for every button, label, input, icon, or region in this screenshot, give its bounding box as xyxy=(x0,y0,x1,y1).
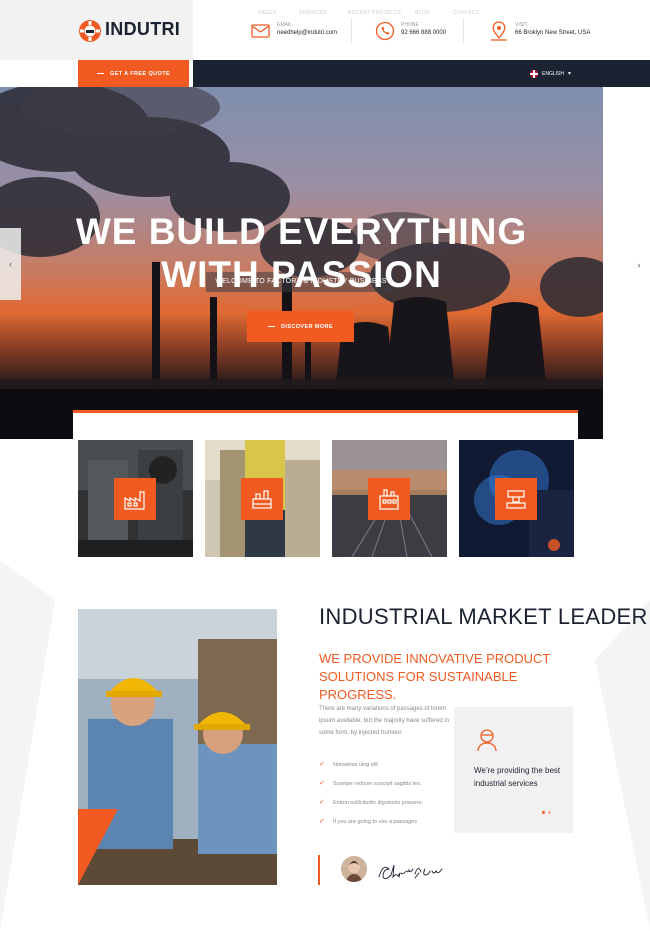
main-navbar xyxy=(193,60,650,87)
get-quote-label: GET A FREE QUOTE xyxy=(109,70,171,77)
check-icon: ✓ xyxy=(319,799,325,806)
uk-flag-icon xyxy=(530,69,538,78)
industry-building-icon xyxy=(379,489,399,510)
contact-label: Visit xyxy=(515,22,528,28)
get-quote-button[interactable]: GET A FREE QUOTE xyxy=(78,60,189,87)
hero-title-line1: WE BUILD EVERYTHING xyxy=(75,211,528,252)
about-title: INDUSTRIAL MARKET LEADER xyxy=(319,604,648,629)
dash-decoration xyxy=(96,73,104,74)
checklist-item: ✓ If you are going to use a passages xyxy=(319,817,423,836)
brand-name[interactable]: INDUTRI xyxy=(105,19,180,40)
nav-item-recent-projects[interactable]: RECENT PROJECTS xyxy=(348,0,401,27)
nav-item-pages[interactable]: PAGES xyxy=(258,0,276,27)
about-subtitle: WE PROVIDE INNOVATIVE PRODUCT SOLUTIONS … xyxy=(319,651,551,702)
contact-value[interactable]: 66 Broklyn New Street, USA xyxy=(515,30,590,36)
avatar xyxy=(341,856,367,882)
chevron-down-icon: ▾ xyxy=(567,71,571,77)
language-selector[interactable]: ENGLISH ▾ xyxy=(530,60,571,87)
feature-checklist: ✓ Nonstelas uing elit ✓ Susnipe redicen … xyxy=(319,760,423,836)
hero-slider: WELCOME TO FACTORY & INDUSTRY BUSINESS W… xyxy=(0,87,603,439)
service-tile-3[interactable] xyxy=(332,440,447,557)
discover-more-button[interactable]: DISCOVER MORE xyxy=(247,311,354,342)
card-text: We’re providing the best industrial serv… xyxy=(474,766,561,788)
contact-value[interactable]: needhelp@indutri.com xyxy=(277,30,337,36)
hero-title-line2: WITH PASSION xyxy=(161,254,442,295)
service-icon-box xyxy=(114,478,156,520)
service-tile-1[interactable] xyxy=(78,440,193,557)
discover-more-label: DISCOVER MORE xyxy=(281,323,333,330)
about-description: There are many variations of passages of… xyxy=(319,706,449,736)
slider-prev-arrow-icon[interactable]: ‹ xyxy=(0,228,21,300)
workers-photo xyxy=(78,609,277,885)
checklist-item: ✓ Susnipe redicen suscipit sagittis leo. xyxy=(319,779,423,798)
engineer-icon xyxy=(477,729,497,752)
service-icon-box xyxy=(368,478,410,520)
slider-next-arrow-icon[interactable]: › xyxy=(634,258,644,272)
checklist-item: ✓ Nonstelas uing elit xyxy=(319,760,423,779)
checklist-label: Nonstelas uing elit xyxy=(333,762,378,768)
service-tile-2[interactable] xyxy=(205,440,320,557)
hero-bottom-strip xyxy=(73,410,578,439)
service-tile-4[interactable] xyxy=(459,440,574,557)
workers-illustration xyxy=(78,609,277,885)
signature-accent-bar xyxy=(318,855,320,885)
worker-tools-icon xyxy=(252,490,272,509)
services-card: We’re providing the best industrial serv… xyxy=(454,707,573,833)
contact-label: Email xyxy=(277,22,293,28)
check-icon: ✓ xyxy=(319,761,325,768)
slider-dot[interactable] xyxy=(548,811,551,814)
check-icon: ✓ xyxy=(319,818,325,825)
nav-item-home[interactable]: HOME xyxy=(217,0,233,27)
nav-item-services[interactable]: SERVICES xyxy=(299,0,327,27)
gear-logo-icon xyxy=(79,20,101,42)
avatar-portrait xyxy=(341,856,367,882)
logo-area: INDUTRI xyxy=(0,0,193,60)
nav-item-blog[interactable]: BLOG xyxy=(415,0,430,27)
signature-image xyxy=(378,864,443,880)
check-icon: ✓ xyxy=(319,780,325,787)
checklist-label: Entum sollicitudin dignissim posuere. xyxy=(333,800,424,806)
location-icon xyxy=(491,21,507,41)
slider-dot-active[interactable] xyxy=(542,811,545,814)
service-icon-box xyxy=(495,478,537,520)
nav-item-contact[interactable]: CONTACT xyxy=(453,0,479,27)
card-slider-dots[interactable] xyxy=(542,811,551,814)
language-label: ENGLISH xyxy=(542,70,564,77)
welding-icon xyxy=(506,490,526,509)
contact-value[interactable]: 92 666 888 0000 xyxy=(401,30,446,36)
service-icon-box xyxy=(241,478,283,520)
checklist-label: Susnipe redicen suscipit sagittis leo. xyxy=(333,781,422,787)
checklist-label: If you are going to use a passages xyxy=(333,819,418,825)
dash-decoration xyxy=(268,326,276,327)
checklist-item: ✓ Entum sollicitudin dignissim posuere. xyxy=(319,798,423,817)
factory-icon xyxy=(124,491,145,510)
